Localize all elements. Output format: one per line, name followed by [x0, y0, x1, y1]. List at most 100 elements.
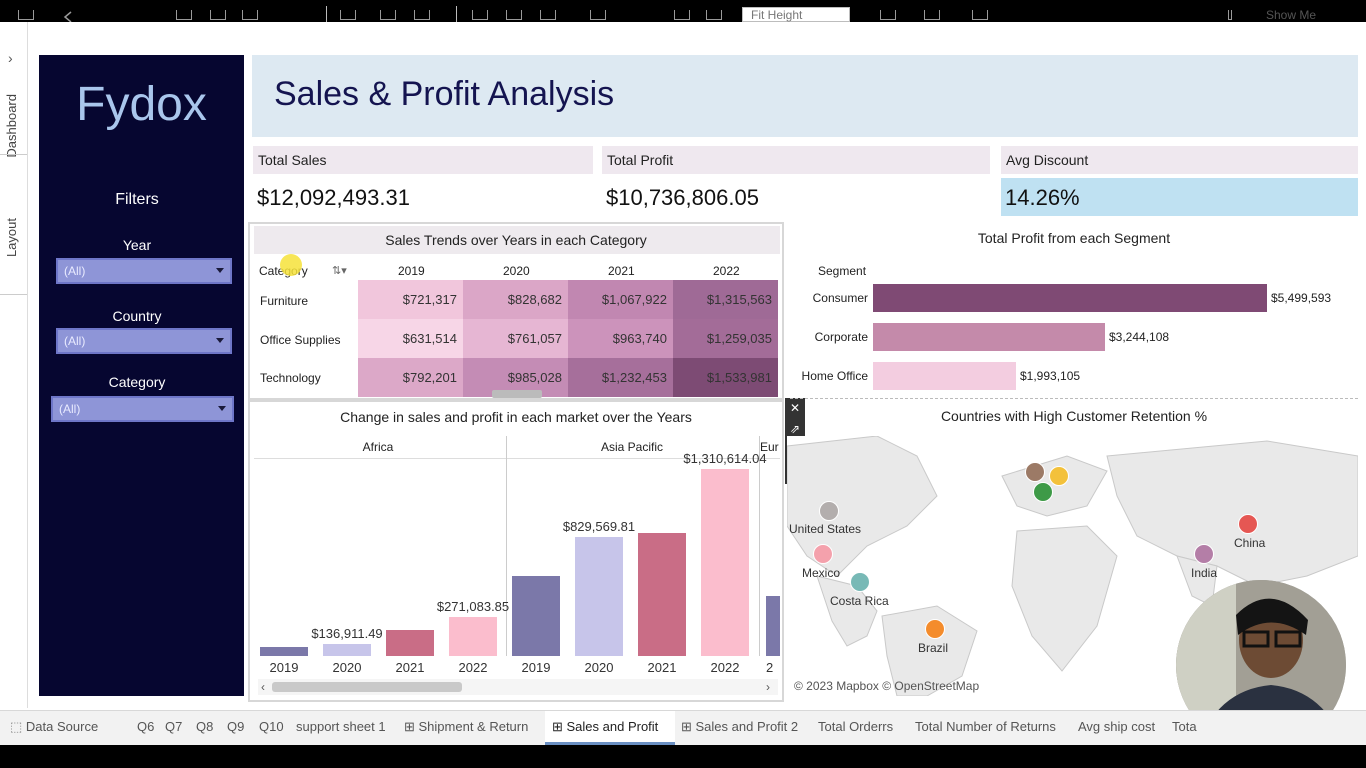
map-point[interactable]: [1025, 462, 1045, 482]
tab-q8[interactable]: Q8: [196, 719, 213, 734]
market-bar[interactable]: [323, 644, 371, 656]
map-point[interactable]: [1238, 514, 1258, 534]
tab-q6[interactable]: Q6: [137, 719, 154, 734]
swap-icon[interactable]: [472, 10, 488, 20]
scroll-left-icon[interactable]: ‹: [261, 680, 265, 694]
clear-sheet-icon[interactable]: [414, 10, 430, 20]
map-point-label: China: [1234, 536, 1266, 550]
map-point[interactable]: [819, 501, 839, 521]
market-bar[interactable]: [512, 576, 560, 656]
segment-value-label: $5,499,593: [1271, 291, 1332, 305]
map-point[interactable]: [1049, 466, 1069, 486]
sort-desc-icon[interactable]: [540, 10, 556, 20]
market-bar[interactable]: [575, 537, 623, 656]
horizontal-scrollbar[interactable]: ‹ ›: [258, 679, 778, 695]
dropdown-arrow-icon: [216, 268, 224, 273]
kpi-avg-discount-value: 14.26%: [1005, 185, 1080, 210]
show-me-button[interactable]: Show Me: [1266, 8, 1316, 22]
title-banner: Sales & Profit Analysis: [252, 55, 1358, 137]
year-filter-label: Year: [122, 237, 152, 253]
go-to-sheet-icon[interactable]: ⇗: [788, 422, 802, 436]
tab-support-sheet-1[interactable]: support sheet 1: [296, 719, 386, 734]
tab-layout[interactable]: Layout: [4, 218, 19, 257]
segment-bar[interactable]: [873, 323, 1105, 351]
tab-total-orders[interactable]: Total Orderrs: [818, 719, 893, 734]
heatmap-cell[interactable]: $963,740: [568, 319, 673, 358]
heatmap-cell[interactable]: $1,315,563: [673, 280, 778, 319]
resize-handle[interactable]: [492, 390, 542, 398]
sales-trend-heatmap[interactable]: Sales Trends over Years in each Category…: [248, 222, 784, 400]
chart-icon[interactable]: [880, 10, 896, 20]
market-chart[interactable]: Change in sales and profit in each marke…: [248, 400, 784, 702]
scrollbar-thumb[interactable]: [272, 682, 462, 692]
tab-q10[interactable]: Q10: [259, 719, 284, 734]
market-bar[interactable]: [260, 647, 308, 656]
map-point-label: Brazil: [918, 641, 949, 655]
tab-shipment-return[interactable]: ⊞ Shipment & Return: [404, 719, 528, 735]
market-bar[interactable]: [386, 630, 434, 656]
map-point[interactable]: [813, 544, 833, 564]
map-point-label: United States: [789, 522, 862, 536]
tab-dashboard[interactable]: Dashboard: [4, 94, 19, 158]
highlight-icon[interactable]: [590, 10, 606, 20]
tab-data-source[interactable]: ⬚ Data Source: [10, 719, 98, 735]
heatmap-cell[interactable]: $721,317: [358, 280, 463, 319]
dashboard-icon: ⊞: [552, 719, 567, 734]
sort-asc-icon[interactable]: [506, 10, 522, 20]
segment-value-label: $1,993,105: [1020, 369, 1081, 383]
heatmap-cell[interactable]: $1,533,981: [673, 358, 778, 397]
toolbar-divider: [326, 6, 327, 22]
heatmap-cell[interactable]: $1,232,453: [568, 358, 673, 397]
map-point[interactable]: [925, 619, 945, 639]
map-point[interactable]: [1033, 482, 1053, 502]
country-filter-select[interactable]: (All): [56, 328, 232, 354]
fit-dropdown-value: Fit Height: [751, 8, 803, 22]
pin-icon[interactable]: [706, 10, 722, 20]
fit-dropdown[interactable]: Fit Height: [742, 7, 850, 22]
datasource-icon: ⬚: [10, 719, 26, 734]
heatmap-cell[interactable]: $1,259,035: [673, 319, 778, 358]
tab-q9[interactable]: Q9: [227, 719, 244, 734]
segment-bar[interactable]: [873, 284, 1267, 312]
market-bar[interactable]: [638, 533, 686, 656]
save-icon[interactable]: [176, 10, 192, 20]
heatmap-cell[interactable]: $1,067,922: [568, 280, 673, 319]
pause-icon[interactable]: [242, 10, 258, 20]
labels-icon[interactable]: [674, 10, 690, 20]
map-point[interactable]: [850, 572, 870, 592]
new-worksheet-icon[interactable]: [340, 10, 356, 20]
sort-icon[interactable]: ⇅▾: [332, 264, 347, 277]
tab-q7[interactable]: Q7: [165, 719, 182, 734]
map-point[interactable]: [1194, 544, 1214, 564]
bar-data-label: $1,310,614.04: [683, 451, 766, 466]
map-top-border: [790, 398, 1358, 400]
market-bar[interactable]: [766, 596, 780, 656]
scroll-right-icon[interactable]: ›: [766, 680, 770, 694]
segment-bar[interactable]: [873, 362, 1016, 390]
heatmap-title: Sales Trends over Years in each Category: [385, 232, 647, 248]
info-icon[interactable]: [1228, 10, 1232, 20]
tab-avg-ship-cost[interactable]: Avg ship cost: [1078, 719, 1155, 734]
year-tick-label: 2021: [648, 660, 677, 675]
heatmap-cell[interactable]: $828,682: [463, 280, 568, 319]
year-filter-select[interactable]: (All): [56, 258, 232, 284]
share-icon[interactable]: [972, 10, 988, 20]
presentation-icon[interactable]: [924, 10, 940, 20]
tab-total[interactable]: Tota: [1172, 719, 1197, 734]
bar-data-label: $271,083.85: [437, 599, 509, 614]
new-datasource-icon[interactable]: [210, 10, 226, 20]
heatmap-cell[interactable]: $761,057: [463, 319, 568, 358]
heatmap-cell[interactable]: $792,201: [358, 358, 463, 397]
bar-data-label: $829,569.81: [563, 519, 635, 534]
heatmap-cell[interactable]: $631,514: [358, 319, 463, 358]
category-filter-select[interactable]: (All): [51, 396, 234, 422]
tab-total-returns[interactable]: Total Number of Returns: [915, 719, 1056, 734]
filters-title: Filters: [115, 191, 159, 208]
tab-sales-and-profit-2[interactable]: ⊞ Sales and Profit 2: [681, 719, 798, 735]
tab-sales-and-profit[interactable]: ⊞ Sales and Profit: [552, 719, 658, 735]
market-bar[interactable]: [449, 617, 497, 656]
market-bar[interactable]: [701, 469, 749, 656]
duplicate-icon[interactable]: [380, 10, 396, 20]
expand-panel-chevron-icon[interactable]: ›: [8, 50, 13, 66]
back-icon[interactable]: [62, 10, 78, 22]
